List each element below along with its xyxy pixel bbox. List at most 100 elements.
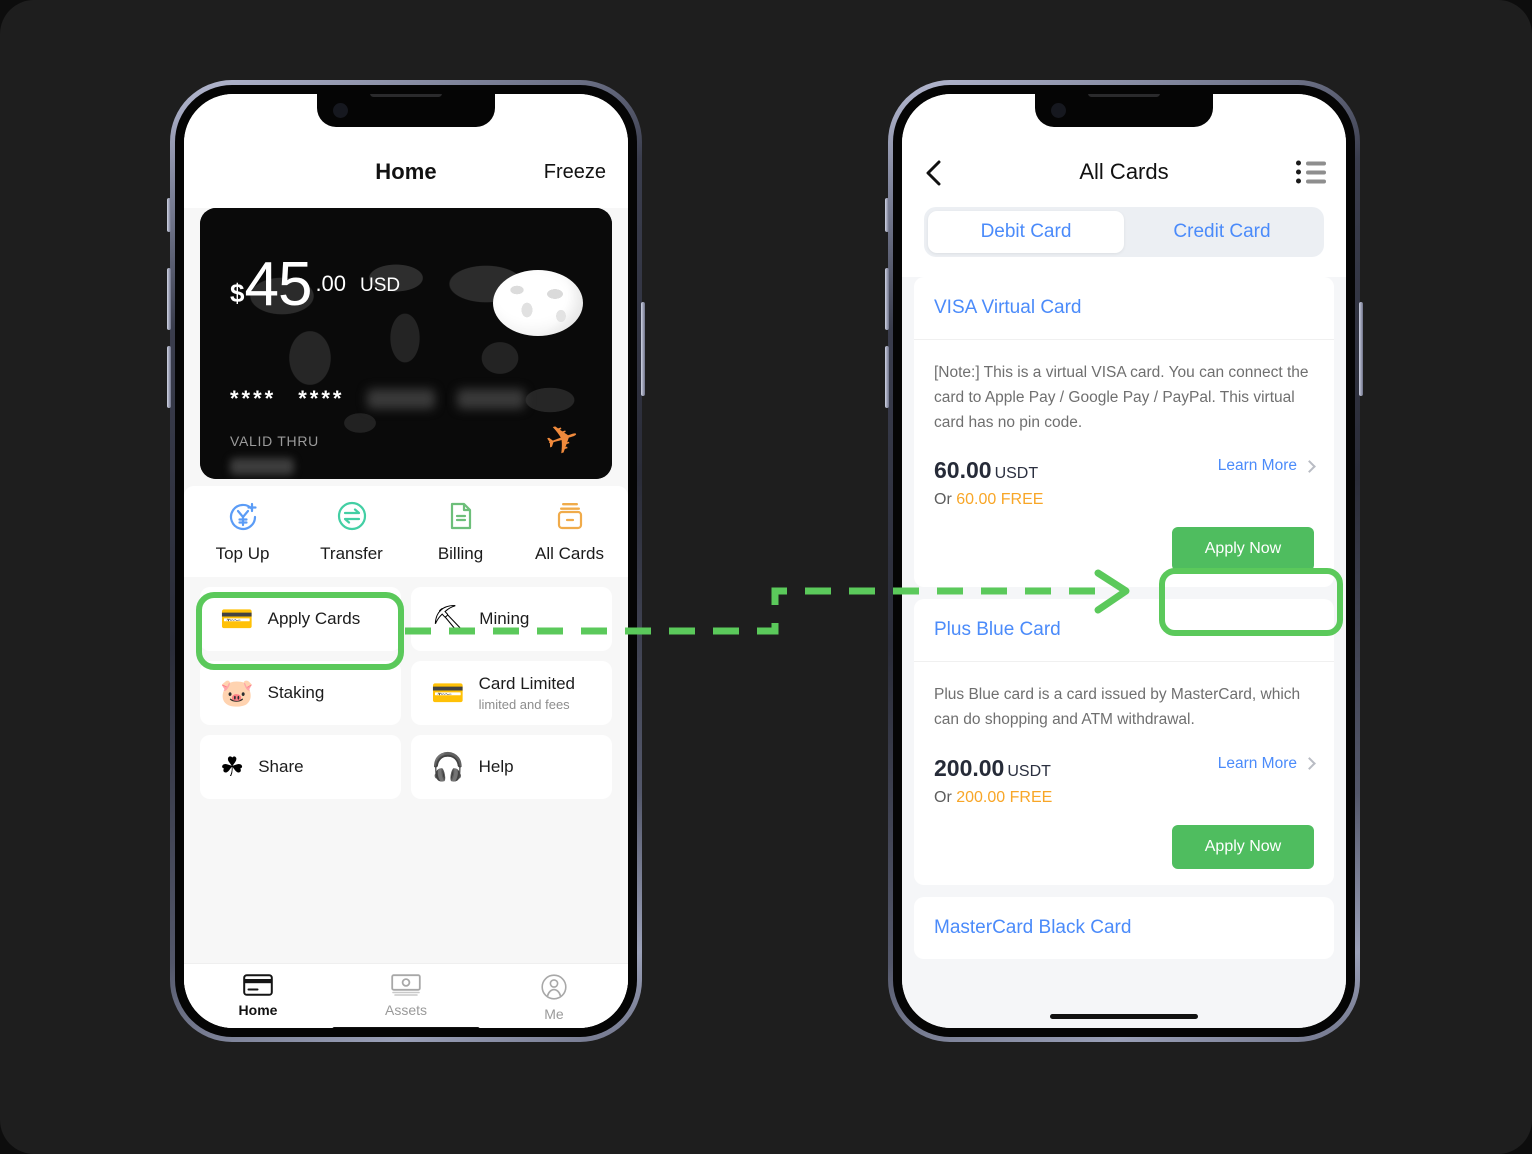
mute-switch-right[interactable] xyxy=(885,198,889,232)
balance-amount: $ 45 .00 USD xyxy=(230,250,401,319)
transfer-icon xyxy=(333,497,371,535)
all-cards-icon xyxy=(551,497,589,535)
mining-icon: ⛏ xyxy=(431,603,466,634)
back-chevron-icon[interactable] xyxy=(924,160,944,186)
phone-right-screen: All Cards Debit Card Credit Card VISA Vi… xyxy=(902,94,1346,1028)
tile-help[interactable]: 🎧 Help xyxy=(411,735,612,799)
balance-currency-code: USD xyxy=(360,274,401,296)
top-up-icon xyxy=(224,497,262,535)
tile-row-3: ☘ Share 🎧 Help xyxy=(184,735,628,799)
quick-action-billing[interactable]: Billing xyxy=(406,497,515,564)
card-price-row: 60.00 USDT Or 60.00 FREE Learn More xyxy=(934,457,1316,509)
learn-more-label: Learn More xyxy=(1217,457,1297,475)
card-note: Plus Blue card is a card issued by Maste… xyxy=(934,686,1301,729)
volume-down-button[interactable] xyxy=(167,346,171,408)
tile-card-limited[interactable]: 💳 Card Limited limited and fees xyxy=(411,661,612,725)
chevron-right-icon xyxy=(1303,757,1316,770)
person-icon xyxy=(541,974,567,1000)
apply-row: Apply Now xyxy=(934,824,1314,869)
tile-label: Apply Cards xyxy=(267,609,361,628)
free-amount: 60.00 xyxy=(956,491,997,509)
learn-more-link[interactable]: Learn More xyxy=(1217,457,1316,475)
quick-action-transfer[interactable]: Transfer xyxy=(297,497,406,564)
tile-staking[interactable]: 🐷 Staking xyxy=(200,661,401,725)
free-suffix: FREE xyxy=(1009,788,1053,806)
tile-mining[interactable]: ⛏ Mining xyxy=(411,587,612,651)
billing-icon xyxy=(442,497,480,535)
home-indicator xyxy=(332,1027,480,1028)
card-price-value: 200.00 xyxy=(934,754,1005,781)
card-price-unit: USDT xyxy=(1007,762,1051,780)
tile-label: Share xyxy=(258,757,304,776)
card-limited-icon: 💳 xyxy=(431,677,465,708)
volume-up-button[interactable] xyxy=(167,268,171,330)
earpiece-speaker-right xyxy=(1088,94,1160,97)
power-button-right[interactable] xyxy=(1359,302,1363,396)
freeze-button[interactable]: Freeze xyxy=(544,161,606,184)
mute-switch[interactable] xyxy=(167,198,171,232)
quick-action-all-cards[interactable]: All Cards xyxy=(515,497,624,564)
tab-label: Assets xyxy=(384,1002,427,1018)
quick-action-top-up[interactable]: Top Up xyxy=(188,497,297,564)
segment-debit-card[interactable]: Debit Card xyxy=(928,211,1124,253)
tab-assets[interactable]: Assets xyxy=(332,974,480,1018)
apply-row: Apply Now xyxy=(934,527,1314,572)
tab-label: Me xyxy=(544,1006,564,1022)
segment-credit-card[interactable]: Credit Card xyxy=(1124,211,1320,253)
tab-label: Home xyxy=(238,1002,278,1018)
quick-action-label: Top Up xyxy=(215,544,270,563)
card-list[interactable]: VISA Virtual Card [Note:] This is a virt… xyxy=(902,277,1346,1028)
notch xyxy=(317,94,495,127)
list-icon[interactable] xyxy=(1296,160,1326,184)
card-number-group-3-blurred xyxy=(366,389,435,409)
page-title: Home xyxy=(375,159,437,184)
learn-more-label: Learn More xyxy=(1217,754,1297,772)
card-name[interactable]: MasterCard Black Card xyxy=(914,897,1334,959)
tab-me[interactable]: Me xyxy=(480,974,628,1022)
phone-right: All Cards Debit Card Credit Card VISA Vi… xyxy=(885,80,1363,1042)
tile-apply-cards[interactable]: 💳 Apply Cards xyxy=(200,587,401,651)
valid-thru-value-blurred xyxy=(230,458,294,475)
volume-up-button-right[interactable] xyxy=(885,268,889,330)
tile-label: Card Limited xyxy=(478,674,575,693)
share-icon: ☘ xyxy=(220,751,245,782)
card-name[interactable]: Plus Blue Card xyxy=(914,599,1334,663)
tile-label: Help xyxy=(478,757,514,776)
balance-integer: 45 xyxy=(244,250,312,319)
help-headset-icon: 🎧 xyxy=(431,751,465,782)
page-title: All Cards xyxy=(1079,159,1169,184)
quick-action-label: Transfer xyxy=(320,544,383,563)
volume-down-button-right[interactable] xyxy=(885,346,889,408)
card-block-plus-blue: Plus Blue Card Plus Blue card is a card … xyxy=(914,599,1334,885)
globe-icon xyxy=(493,270,583,336)
tile-row-1: 💳 Apply Cards ⛏ Mining xyxy=(184,587,628,651)
card-name[interactable]: VISA Virtual Card xyxy=(914,277,1334,340)
free-suffix: FREE xyxy=(1000,491,1044,509)
chevron-right-icon xyxy=(1303,459,1316,473)
balance-decimal: .00 xyxy=(315,270,347,296)
tab-home[interactable]: Home xyxy=(184,974,332,1018)
quick-action-label: Billing xyxy=(437,544,484,563)
currency-symbol: $ xyxy=(230,277,245,308)
balance-card[interactable]: $ 45 .00 USD **** **** VALID THRU ✈ xyxy=(200,208,612,479)
tile-row-2: 🐷 Staking 💳 Card Limited limited and fee… xyxy=(184,661,628,725)
card-body: [Note:] This is a virtual VISA card. You… xyxy=(914,340,1334,587)
earpiece-speaker xyxy=(370,94,442,97)
apply-now-button[interactable]: Apply Now xyxy=(1172,824,1314,869)
learn-more-link[interactable]: Learn More xyxy=(1217,754,1316,773)
all-cards-header: All Cards xyxy=(902,149,1346,195)
cash-icon xyxy=(391,974,421,996)
card-number-masked: **** **** xyxy=(230,386,525,412)
phone-right-bezel: All Cards Debit Card Credit Card VISA Vi… xyxy=(893,85,1355,1037)
apply-cards-icon: 💳 xyxy=(220,603,254,634)
notch-right xyxy=(1035,94,1213,127)
apply-now-button[interactable]: Apply Now xyxy=(1172,527,1314,572)
card-type-segment-wrapper: Debit Card Credit Card xyxy=(902,195,1346,277)
phone-left-screen: Home Freeze $ 45 .00 USD **** **** VALID… xyxy=(184,94,628,1028)
card-price-value: 60.00 xyxy=(934,457,992,484)
card-number-group-4-blurred xyxy=(456,389,525,409)
card-free-line: Or 200.00 FREE xyxy=(934,789,1052,807)
quick-actions-row: Top Up Transfer Billing All Cards xyxy=(184,486,628,577)
power-button[interactable] xyxy=(641,302,645,396)
tile-share[interactable]: ☘ Share xyxy=(200,735,401,799)
